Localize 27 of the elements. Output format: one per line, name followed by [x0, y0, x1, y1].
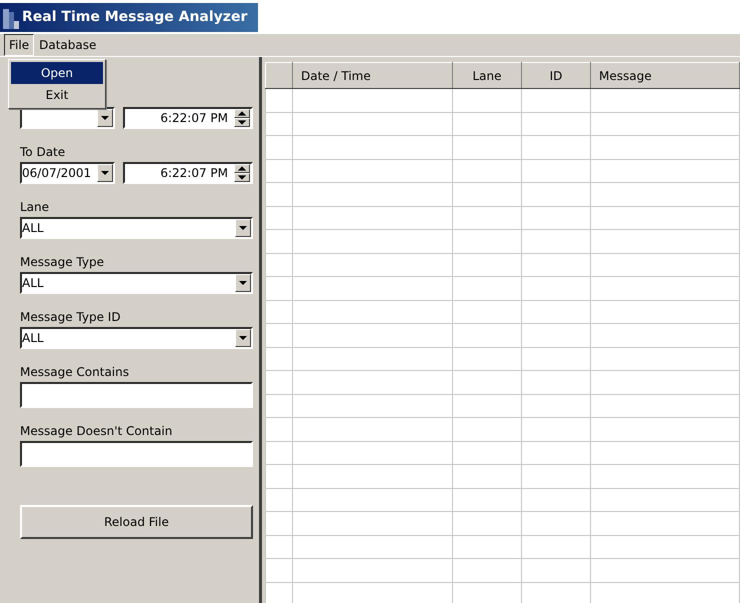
- menu-item[interactable]: Database: [34, 34, 102, 56]
- spinner-icon[interactable]: [234, 109, 250, 127]
- field-label: Message Doesn't Contain: [20, 423, 172, 440]
- window-title: Real Time Message Analyzer: [22, 8, 248, 27]
- field-label: To Date: [20, 144, 66, 161]
- reload-button[interactable]: Reload File: [20, 505, 253, 539]
- input-field[interactable]: [20, 441, 253, 467]
- date-picker[interactable]: 06/07/2001: [20, 162, 115, 184]
- column-header[interactable]: Lane: [452, 62, 522, 88]
- field-label: Message Contains: [20, 364, 129, 381]
- column-header[interactable]: ID: [522, 62, 590, 88]
- column-header[interactable]: Date / Time: [292, 62, 452, 88]
- column-header[interactable]: Message: [590, 62, 740, 88]
- combo-box[interactable]: ALL: [20, 327, 253, 349]
- menu-item[interactable]: File: [4, 34, 34, 56]
- field-label: Message Type: [20, 254, 104, 271]
- input-field[interactable]: [20, 382, 253, 408]
- field-label: Message Type ID: [20, 309, 121, 326]
- menu-item[interactable]: Open: [11, 62, 103, 84]
- combo-box[interactable]: ALL: [20, 217, 253, 239]
- building-icon: [2, 6, 20, 28]
- time-picker[interactable]: 6:22:07 PM: [122, 162, 253, 184]
- field-label: Lane: [20, 199, 50, 216]
- spinner-icon[interactable]: [234, 164, 250, 182]
- menu-item[interactable]: Exit: [11, 84, 103, 106]
- combo-box[interactable]: ALL: [20, 272, 253, 294]
- time-picker[interactable]: 6:22:07 PM: [122, 107, 253, 129]
